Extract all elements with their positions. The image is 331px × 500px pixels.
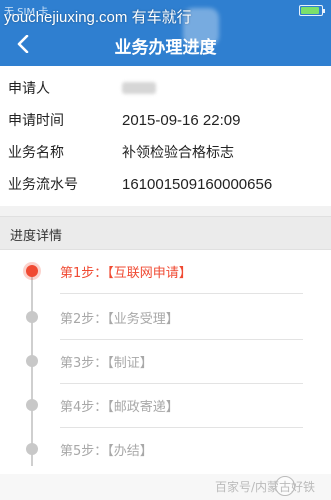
step-dot: [26, 443, 38, 455]
step-item: 第3步：【制证】: [0, 340, 331, 384]
section-gap: [0, 206, 331, 216]
step-label: 第3步：【制证】: [60, 356, 153, 371]
step-label: 第1步：【互联网申请】: [60, 266, 192, 281]
applicant-name-blurred: [122, 82, 156, 94]
business-name-value: 补领检验合格标志: [122, 145, 234, 161]
battery-icon: [299, 5, 325, 16]
business-name-label: 业务名称: [8, 145, 64, 161]
step-dot: [26, 355, 38, 367]
step-item: 第5步：【办结】: [0, 428, 331, 472]
step-dot-active: [26, 265, 38, 277]
step-item: 第4步：【邮政寄递】: [0, 384, 331, 428]
serial-number-label: 业务流水号: [8, 177, 78, 193]
serial-number-value: 161001509160000656: [122, 175, 273, 193]
apply-time-label: 申请时间: [8, 113, 64, 129]
divider: [60, 293, 303, 294]
step-item: 第2步：【业务受理】: [0, 296, 331, 340]
progress-header: 进度详情: [0, 216, 331, 250]
step-dot: [26, 311, 38, 323]
step-item: 第1步：【互联网申请】: [0, 250, 331, 294]
apply-time-value: 2015-09-16 22:09: [122, 111, 241, 129]
step-label: 第2步：【业务受理】: [60, 312, 179, 327]
applicant-row: 申请人: [8, 77, 156, 99]
page-title: 业务办理进度: [114, 38, 217, 58]
progress-header-label: 进度详情: [10, 229, 63, 244]
step-label: 第5步：【办结】: [60, 444, 153, 459]
serial-number-row: 业务流水号 161001509160000656: [8, 173, 272, 195]
step-dot: [26, 399, 38, 411]
applicant-label: 申请人: [8, 81, 50, 97]
apply-time-row: 申请时间 2015-09-16 22:09: [8, 109, 240, 131]
nav-bar: 业务办理进度: [0, 22, 331, 66]
business-name-row: 业务名称 补领检验合格标志: [8, 141, 234, 163]
application-info: 申请人 申请时间 2015-09-16 22:09 业务名称 补领检验合格标志 …: [0, 66, 331, 206]
watermark-text: youchejiuxing.com 有车就行: [4, 9, 192, 26]
watermark-bottom-text: 百家号/内蒙古好铁: [214, 480, 315, 494]
step-label: 第4步：【邮政寄递】: [60, 400, 179, 415]
progress-steps: 第1步：【互联网申请】 第2步：【业务受理】 第3步：【制证】 第4步：【邮政寄…: [0, 250, 331, 474]
